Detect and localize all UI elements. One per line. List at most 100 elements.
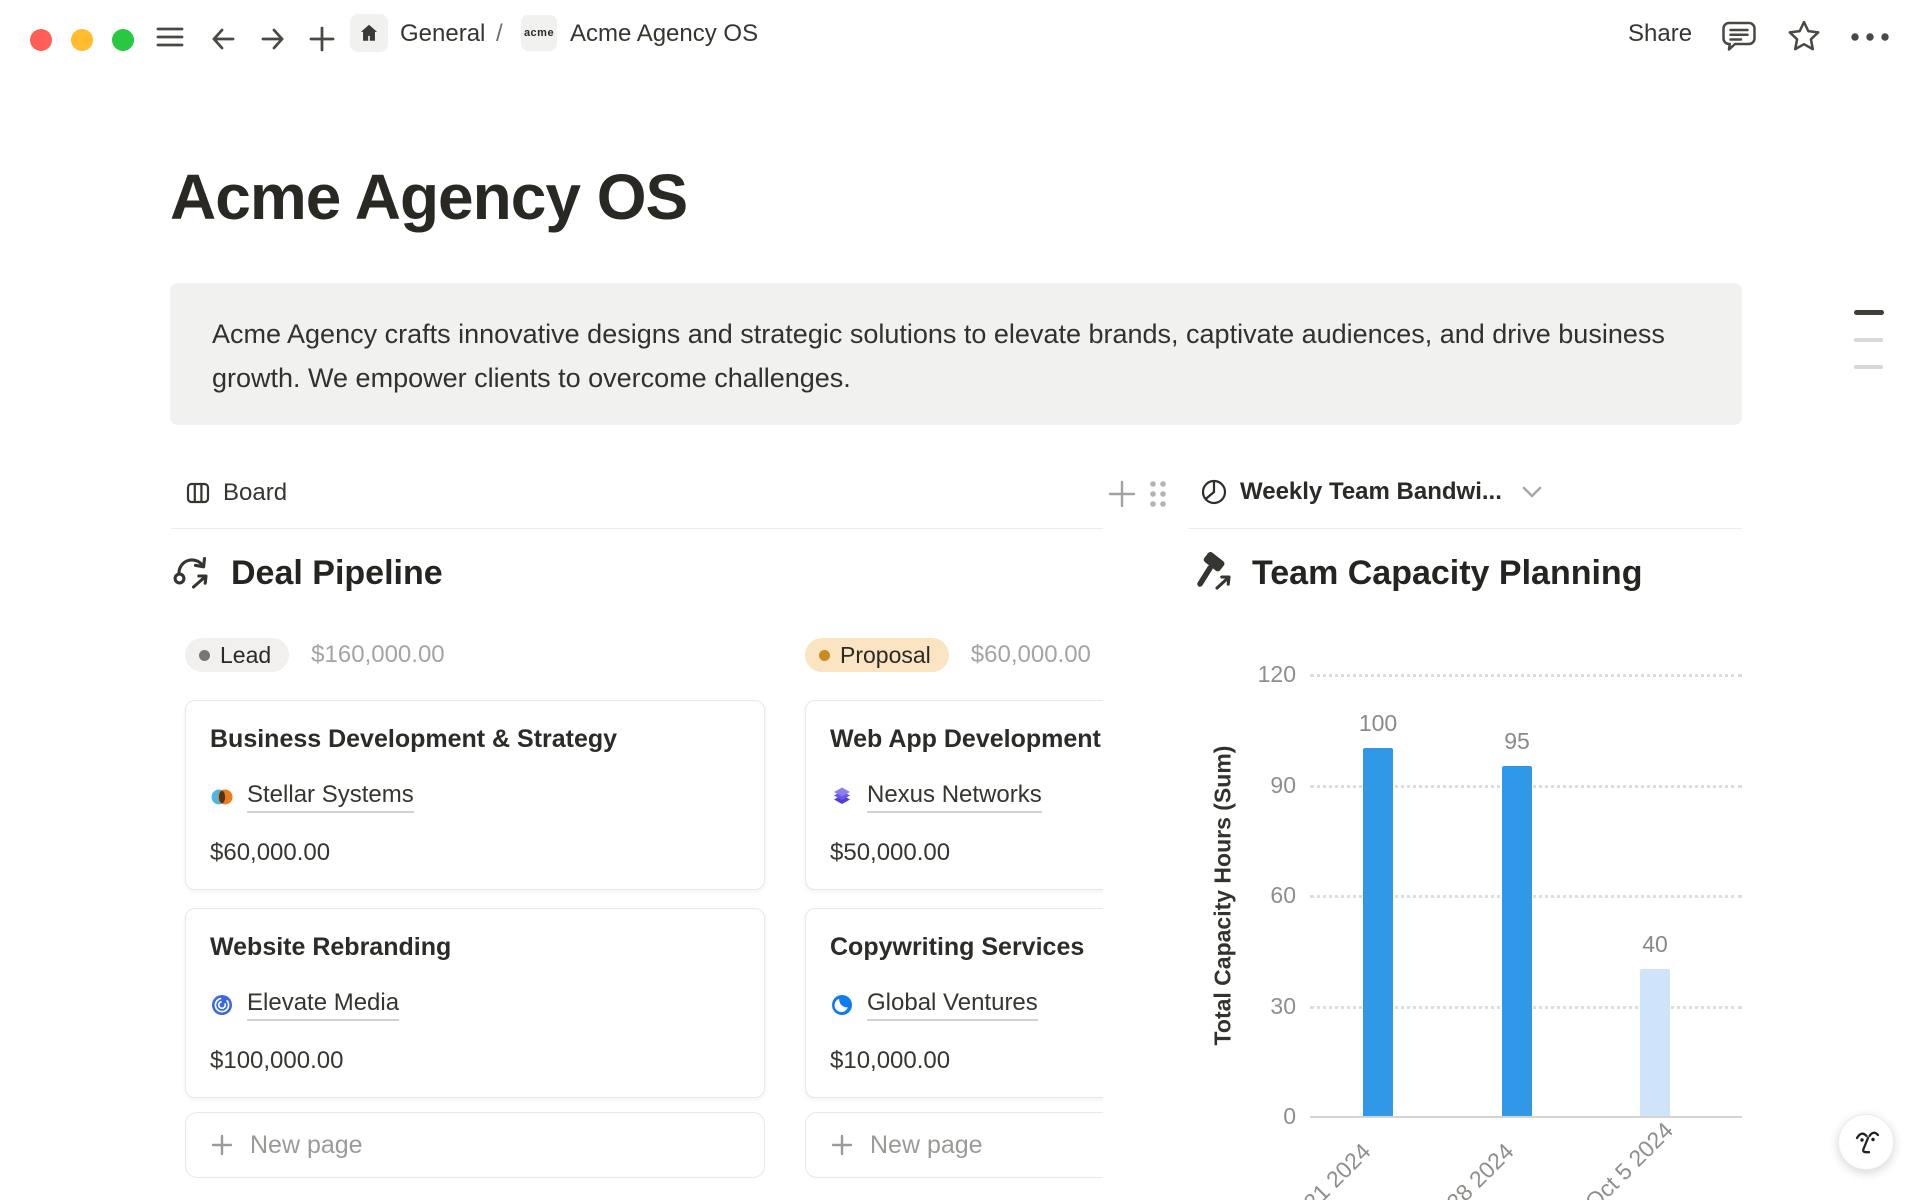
card-amount: $10,000.00: [830, 1047, 950, 1075]
global-ventures-logo: [830, 993, 854, 1017]
y-tick-60: 60: [1188, 881, 1296, 909]
back-button[interactable]: [208, 24, 238, 54]
arrow-left-icon: [208, 24, 238, 54]
new-page-button[interactable]: New page: [185, 1112, 765, 1178]
card-amount: $100,000.00: [210, 1047, 343, 1075]
new-page-label: New page: [250, 1131, 363, 1160]
pipeline-linked-db-icon: [171, 550, 217, 596]
x-axis-line: [1310, 1116, 1742, 1118]
bar-28-2024[interactable]: [1502, 766, 1532, 1116]
status-dot: [199, 650, 210, 661]
nexus-networks-logo: [830, 785, 854, 809]
card-client-row: Global Ventures: [830, 989, 1038, 1021]
y-tick-0: 0: [1188, 1102, 1296, 1130]
page-icon-badge[interactable]: acme: [521, 15, 557, 51]
bar-value-label: 40: [1595, 931, 1715, 958]
more-options-button[interactable]: [1850, 32, 1892, 42]
y-tick-120: 120: [1188, 660, 1296, 688]
board-column-lead: Lead $160,000.00 Business Development & …: [185, 638, 765, 1178]
comment-icon: [1720, 18, 1758, 54]
callout-block[interactable]: Acme Agency crafts innovative designs an…: [170, 283, 1742, 425]
x-tick-1: 21 2024: [1298, 1138, 1376, 1200]
bar-value-label: 100: [1318, 710, 1438, 737]
board-column-proposal: Proposal $60,000.00 Web App Development …: [805, 638, 1103, 1178]
card-amount: $60,000.00: [210, 839, 330, 867]
bar-value-label: 95: [1457, 728, 1577, 755]
card-title: Web App Development: [830, 725, 1101, 754]
client-link[interactable]: Nexus Networks: [867, 781, 1042, 813]
client-link[interactable]: Elevate Media: [247, 989, 399, 1021]
forward-button[interactable]: [258, 24, 288, 54]
drag-handle[interactable]: [1146, 478, 1170, 513]
board-view-tabs: Board: [171, 462, 1103, 529]
card-client-row: Stellar Systems: [210, 781, 414, 813]
capacity-chart-plot: 0 30 60 90 120 100 95 40 21 2024 28 2024 Oct 5 202…: [1188, 462, 1742, 1200]
add-block-button[interactable]: [1106, 478, 1138, 513]
plus-icon: [1106, 478, 1138, 510]
card-title: Business Development & Strategy: [210, 725, 617, 754]
y-tick-30: 30: [1188, 992, 1296, 1020]
card-business-development[interactable]: Business Development & Strategy Stellar …: [185, 700, 765, 890]
deal-pipeline-board: Board Deal Pipeline Lead $160,000.00 Bus…: [171, 462, 1103, 1200]
status-pill-lead[interactable]: Lead: [185, 638, 289, 672]
deal-pipeline-heading: Deal Pipeline: [171, 550, 443, 596]
status-pill-proposal[interactable]: Proposal: [805, 638, 949, 672]
breadcrumb-section[interactable]: General: [400, 20, 485, 48]
status-dot: [819, 650, 830, 661]
tab-board-view[interactable]: Board: [179, 475, 293, 511]
table-of-contents-indicator[interactable]: [1854, 310, 1884, 369]
status-pill-label: Lead: [220, 642, 271, 669]
new-page-button[interactable]: New page: [805, 1112, 1103, 1178]
card-amount: $50,000.00: [830, 839, 950, 867]
favorite-button[interactable]: [1786, 18, 1822, 54]
toc-dash[interactable]: [1854, 338, 1883, 342]
card-title: Copywriting Services: [830, 933, 1084, 962]
client-link[interactable]: Global Ventures: [867, 989, 1038, 1021]
stellar-systems-logo: [210, 785, 234, 809]
team-capacity-chart-panel: Weekly Team Bandwi... Team Capacity Plan…: [1188, 462, 1742, 1200]
bar-21-2024[interactable]: [1363, 748, 1393, 1116]
bar-Oct-5-2024[interactable]: [1640, 969, 1670, 1116]
window-minimize-button[interactable]: [71, 29, 93, 51]
client-link[interactable]: Stellar Systems: [247, 781, 414, 813]
card-website-rebranding[interactable]: Website Rebranding Elevate Media $100,00…: [185, 908, 765, 1098]
card-copywriting-services[interactable]: Copywriting Services Global Ventures $10…: [805, 908, 1103, 1098]
new-page-label: New page: [870, 1131, 983, 1160]
callout-text: Acme Agency crafts innovative designs an…: [212, 312, 1700, 400]
topbar: General / acme Acme Agency OS Share: [0, 0, 1920, 64]
group-sum: $60,000.00: [971, 641, 1091, 669]
board-view-label: Board: [223, 479, 287, 507]
group-header-lead: Lead $160,000.00: [185, 638, 765, 672]
star-icon: [1786, 18, 1822, 54]
new-page-topbar-button[interactable]: [308, 25, 336, 53]
x-tick-3: Oct 5 2024: [1580, 1117, 1679, 1200]
page-title[interactable]: Acme Agency OS: [170, 160, 687, 234]
card-client-row: Elevate Media: [210, 989, 399, 1021]
hamburger-icon: [155, 24, 185, 50]
window-zoom-button[interactable]: [112, 29, 134, 51]
group-sum: $160,000.00: [311, 641, 444, 669]
status-pill-label: Proposal: [840, 642, 931, 669]
elevate-media-logo: [210, 993, 234, 1017]
gridline-y120: [1310, 674, 1742, 677]
board-view-icon: [185, 480, 211, 506]
x-tick-2: 28 2024: [1441, 1138, 1519, 1200]
deal-pipeline-title[interactable]: Deal Pipeline: [231, 554, 443, 593]
toc-dash-active[interactable]: [1854, 310, 1884, 315]
comments-button[interactable]: [1720, 18, 1758, 54]
share-button[interactable]: Share: [1628, 20, 1692, 48]
breadcrumb-separator: /: [496, 20, 503, 48]
sidebar-menu-button[interactable]: [155, 24, 185, 50]
home-button[interactable]: [350, 14, 388, 52]
toc-dash[interactable]: [1854, 365, 1883, 369]
plus-icon: [308, 25, 336, 53]
breadcrumb-page[interactable]: Acme Agency OS: [570, 20, 758, 48]
plus-icon: [210, 1133, 234, 1157]
group-header-proposal: Proposal $60,000.00: [805, 638, 1103, 672]
drag-handle-icon: [1146, 478, 1170, 510]
card-web-app-development[interactable]: Web App Development Nexus Networks $50,0…: [805, 700, 1103, 890]
y-tick-90: 90: [1188, 771, 1296, 799]
window-close-button[interactable]: [30, 29, 52, 51]
ellipsis-icon: [1850, 32, 1892, 42]
notion-ai-button[interactable]: [1838, 1114, 1894, 1170]
